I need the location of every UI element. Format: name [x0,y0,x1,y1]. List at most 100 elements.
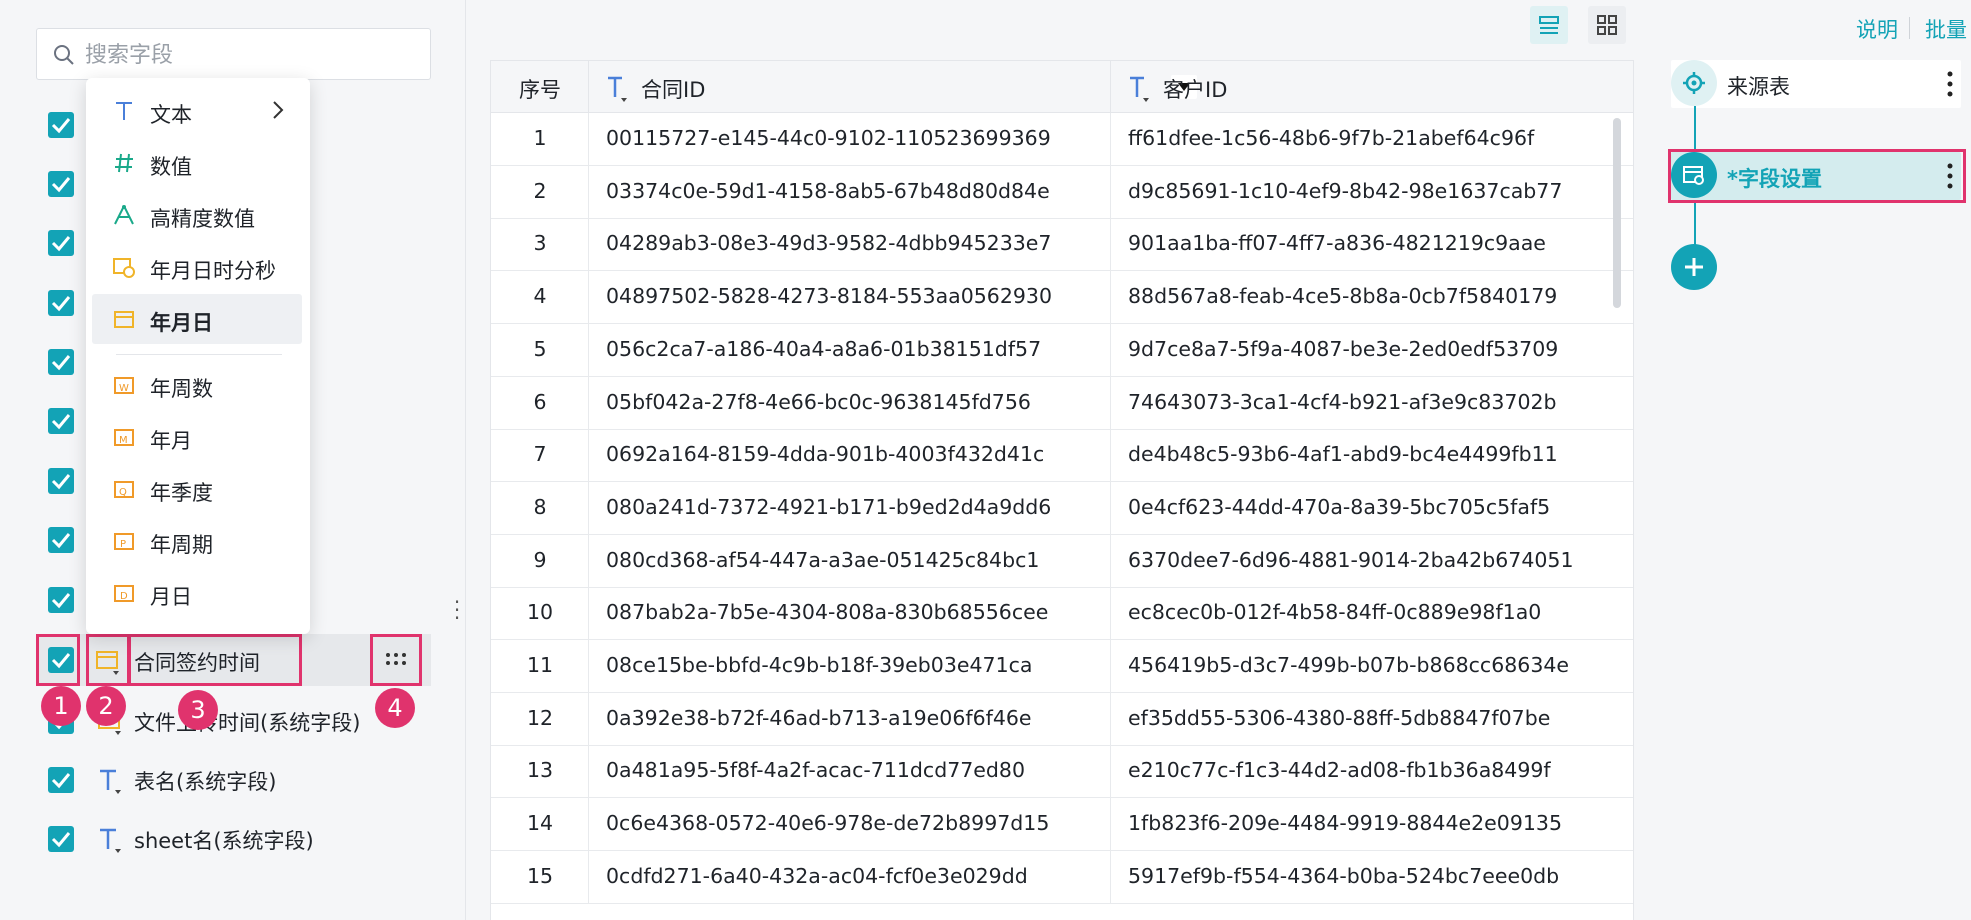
table-row[interactable]: 4 04897502-5828-4273-8184-553aa0562930 88d… [491,271,1633,325]
table-row[interactable]: 9 080cd368-af54-447a-a3ae-051425c84bc1 637… [491,534,1633,588]
grid-view-icon [1597,15,1617,35]
field-panel: ··· 合同签约时间 文件上传时间(系统字段) [0,0,466,920]
table-row[interactable]: 12 0a392e38-b72f-46ad-b713-a19e06f6f46e ef… [491,692,1633,746]
table-cell: 6 [491,376,589,429]
table-cell: 4 [491,271,589,324]
flow-node-source-table[interactable]: 来源表 [1671,60,1961,108]
menu-item-text[interactable]: 文本 [92,86,302,136]
highlight-box-1 [36,634,80,686]
table-row[interactable]: 14 0c6e4368-0572-40e6-978e-de72b8997d15 1f… [491,798,1633,852]
menu-item-year-month[interactable]: M 年月 [92,412,302,462]
column-header-contract-id[interactable]: 合同ID [589,61,1197,113]
column-header-customer-id[interactable]: 客户ID [1111,61,1633,113]
svg-text:Q: Q [119,487,127,498]
year-week-icon: W [114,377,134,394]
table-row[interactable]: 7 0692a164-8159-4dda-901b-4003f432d41c de4… [491,429,1633,483]
table-cell: 08ce15be-bbfd-4c9b-b18f-39eb03e471ca [589,640,1111,692]
field-checkbox[interactable] [48,408,74,434]
list-view-button[interactable] [1530,6,1568,44]
date-icon [114,311,134,328]
svg-text:W: W [119,383,129,394]
menu-item-high-precision-number[interactable]: 高精度数值 [92,190,302,240]
table-cell: e210c77c-f1c3-44d2-ad08-fb1b36a8499f [1128,758,1551,783]
table-row[interactable]: 11 08ce15be-bbfd-4c9b-b18f-39eb03e471ca 45… [491,640,1633,693]
menu-item-year-week[interactable]: W 年周数 [92,360,302,410]
text-type-icon [116,102,132,120]
search-input[interactable] [85,39,415,71]
data-table: 序号 合同ID 客户ID 1 00115727-e145-44c0-9102-11… [490,60,1634,920]
panel-resize-handle[interactable]: · · · [452,592,462,628]
field-checkbox[interactable] [48,112,74,138]
menu-item-date[interactable]: 年月日 [92,294,302,344]
menu-item-datetime[interactable]: 年月日时分秒 [92,242,302,292]
menu-item-year-period[interactable]: P 年周期 [92,516,302,566]
table-row[interactable]: 13 0a481a95-5f8f-4a2f-acac-711dcd77ed80 e2… [491,745,1633,799]
column-header-index[interactable]: 序号 [491,61,589,113]
text-type-icon[interactable] [605,75,633,103]
table-row[interactable]: 8 080a241d-7372-4921-b171-b9ed2d4a9dd6 0e4… [491,481,1633,535]
table-row[interactable]: 6 05bf042a-27f8-4e66-bc0c-9638145fd756 746… [491,376,1633,430]
table-row[interactable]: 15 0cdfd271-6a40-432a-ac04-fcf0e3e029dd 59… [491,850,1633,904]
table-cell: 14 [491,798,589,851]
table-cell: 04897502-5828-4273-8184-553aa0562930 [589,271,1111,324]
add-node-button[interactable] [1671,244,1717,290]
menu-item-year-quarter[interactable]: Q 年季度 [92,464,302,514]
year-period-icon: P [114,533,134,550]
table-cell: de4b48c5-93b6-4af1-abd9-bc4e4499fb11 [1128,442,1558,467]
search-icon [54,45,74,65]
field-checkbox[interactable] [48,171,74,197]
field-checkbox[interactable] [48,527,74,553]
table-row[interactable]: 1 00115727-e145-44c0-9102-110523699369 ff6… [491,113,1633,166]
table-row[interactable]: 5 056c2ca7-a186-40a4-a8a6-01b38151df57 9d7… [491,323,1633,377]
grid-view-button[interactable] [1588,6,1626,44]
table-cell: 6370dee7-6d96-4881-9014-2ba42b674051 [1128,547,1574,572]
search-box[interactable] [36,28,431,80]
menu-item-month-day[interactable]: D 月日 [92,568,302,618]
table-cell: 901aa1ba-ff07-4ff7-a836-4821219c9aae [1128,231,1546,256]
table-cell: 080cd368-af54-447a-a3ae-051425c84bc1 [589,534,1111,587]
menu-item-number[interactable]: 数值 [92,138,302,188]
high-precision-number-icon [114,205,134,225]
table-cell: 456419b5-d3c7-499b-b07b-b868cc68634e [1128,653,1570,677]
number-type-icon [115,153,133,173]
svg-text:D: D [120,591,128,602]
table-row[interactable]: 2 03374c0e-59d1-4158-8ab5-67b48d80d84e d9c… [491,165,1633,219]
table-cell: 05bf042a-27f8-4e66-bc0c-9638145fd756 [589,376,1111,429]
more-icon[interactable] [1945,70,1955,98]
table-cell: ec8cec0b-012f-4b58-84ff-0c889e98f1a0 [1128,600,1542,625]
field-checkbox[interactable] [48,468,74,494]
field-checkbox[interactable] [48,290,74,316]
field-checkbox[interactable] [48,826,74,852]
table-header: 序号 合同ID 客户ID [491,61,1633,113]
table-cell: 5 [491,323,589,376]
annotation-badge-1: 1 [41,686,81,726]
batch-link[interactable]: 批量 [1925,14,1967,44]
table-cell: 13 [491,745,589,798]
table-scrollbar[interactable] [1613,118,1621,308]
annotation-badge-4: 4 [375,688,415,728]
field-checkbox[interactable] [48,349,74,375]
table-cell: 087bab2a-7b5e-4304-808a-830b68556cee [589,587,1111,640]
text-type-icon[interactable] [96,766,126,796]
table-cell: 8 [491,481,589,534]
datetime-icon [113,258,135,278]
link-separator [1909,17,1910,39]
text-type-icon[interactable] [96,825,126,855]
table-cell: 1fb823f6-209e-4484-9919-8844e2e09135 [1128,811,1562,836]
table-cell: 04289ab3-08e3-49d3-9582-4dbb945233e7 [589,218,1111,271]
text-type-icon[interactable] [1127,75,1155,103]
field-checkbox[interactable] [48,587,74,613]
month-day-icon: D [114,585,134,602]
field-row[interactable]: sheet名(系统字段) [36,817,436,861]
table-cell: 3 [491,218,589,271]
table-cell: 0e4cf623-44dd-470a-8a39-5bc705c5faf5 [1128,494,1551,519]
table-row[interactable]: 3 04289ab3-08e3-49d3-9582-4dbb945233e7 901… [491,218,1633,272]
table-cell: 74643073-3ca1-4cf4-b921-af3e9c83702b [1128,389,1557,414]
table-cell: 0a392e38-b72f-46ad-b713-a19e06f6f46e [589,692,1111,745]
help-link[interactable]: 说明 [1856,14,1898,44]
field-row[interactable]: 表名(系统字段) [36,758,436,802]
field-checkbox[interactable] [48,230,74,256]
table-row[interactable]: 10 087bab2a-7b5e-4304-808a-830b68556cee ec… [491,587,1633,641]
table-cell: 9 [491,534,589,587]
field-checkbox[interactable] [48,767,74,793]
